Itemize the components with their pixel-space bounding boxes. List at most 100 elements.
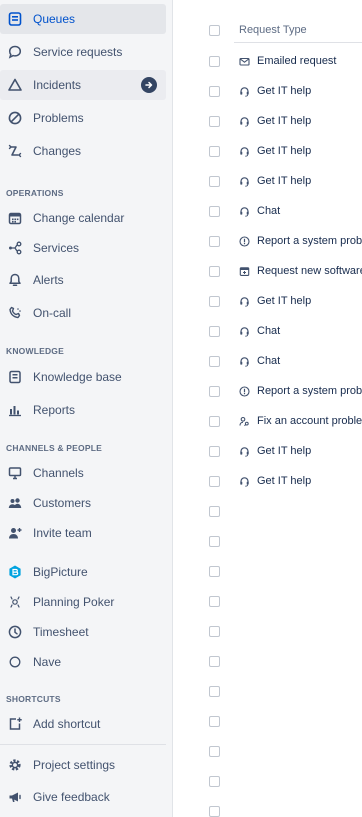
row-checkbox[interactable] — [209, 236, 220, 247]
request-type-label: Get IT help — [257, 145, 312, 157]
sidebar-item-project-settings[interactable]: Project settings — [0, 750, 166, 780]
arrow-right-icon[interactable] — [141, 77, 157, 93]
row-checkbox[interactable] — [209, 416, 220, 427]
speech-bubble-icon — [7, 44, 23, 60]
sidebar-item-label: Give feedback — [33, 790, 110, 804]
software-box-icon — [239, 266, 250, 277]
sidebar-item-queues[interactable]: Queues — [0, 4, 166, 34]
envelope-icon — [239, 56, 250, 67]
sidebar-item-label: Nave — [33, 655, 62, 669]
headset-icon — [239, 296, 250, 307]
headset-icon — [239, 326, 250, 337]
row-checkbox[interactable] — [209, 746, 220, 757]
headset-icon — [239, 206, 250, 217]
table-row[interactable]: Get IT help — [239, 443, 311, 459]
table-row[interactable]: Get IT help — [239, 173, 311, 189]
table-row[interactable]: Chat — [239, 353, 280, 369]
request-type-label: Request new software — [257, 265, 362, 277]
request-type-label: Get IT help — [257, 85, 312, 97]
sidebar-item-service-requests[interactable]: Service requests — [0, 37, 166, 67]
row-checkbox[interactable] — [209, 596, 220, 607]
request-type-label: Chat — [257, 205, 281, 217]
megaphone-icon — [7, 789, 23, 805]
select-all-checkbox[interactable] — [209, 25, 220, 36]
sidebar-item-change-calendar[interactable]: Change calendar — [0, 203, 166, 233]
sidebar-item-label: Reports — [33, 403, 76, 417]
table-row[interactable]: Get IT help — [239, 293, 311, 309]
table-row[interactable]: Report a system proble — [239, 383, 362, 399]
row-checkbox[interactable] — [209, 356, 220, 367]
changes-icon — [7, 143, 23, 159]
section-header-knowledge: KNOWLEDGE — [6, 346, 64, 356]
row-checkbox[interactable] — [209, 776, 220, 787]
row-checkbox[interactable] — [209, 146, 220, 157]
sidebar-item-timesheet[interactable]: Timesheet — [0, 617, 166, 647]
sidebar-item-problems[interactable]: Problems — [0, 103, 166, 133]
prohibited-icon — [7, 110, 23, 126]
sidebar-item-incidents[interactable]: Incidents — [0, 70, 166, 100]
table-row[interactable]: Get IT help — [239, 113, 311, 129]
table-row[interactable]: Fix an account problem — [239, 413, 362, 429]
table-row[interactable]: Chat — [239, 323, 280, 339]
row-checkbox[interactable] — [209, 56, 220, 67]
table-row[interactable]: Request new software — [239, 263, 362, 279]
monitor-icon — [7, 465, 23, 481]
book-icon — [7, 369, 23, 385]
row-checkbox[interactable] — [209, 536, 220, 547]
row-checkbox[interactable] — [209, 266, 220, 277]
sidebar-divider — [0, 744, 166, 745]
table-row[interactable]: Chat — [239, 203, 280, 219]
request-type-label: Get IT help — [257, 295, 312, 307]
row-checkbox[interactable] — [209, 86, 220, 97]
gear-icon — [7, 757, 23, 773]
sidebar-item-reports[interactable]: Reports — [0, 395, 166, 425]
sidebar-item-customers[interactable]: Customers — [0, 488, 166, 518]
row-checkbox[interactable] — [209, 656, 220, 667]
sidebar-item-alerts[interactable]: Alerts — [0, 265, 166, 295]
sidebar-item-bigpicture[interactable]: BigPicture — [0, 557, 166, 587]
column-header-request-type[interactable]: Request Type — [239, 24, 307, 36]
table-row[interactable]: Get IT help — [239, 473, 311, 489]
sidebar-item-invite-team[interactable]: Invite team — [0, 518, 166, 548]
sidebar-item-on-call[interactable]: On-call — [0, 298, 166, 328]
table-row[interactable]: Report a system proble — [239, 233, 362, 249]
row-checkbox[interactable] — [209, 116, 220, 127]
sidebar-item-services[interactable]: Services — [0, 233, 166, 263]
sidebar-item-planning-poker[interactable]: Planning Poker — [0, 587, 166, 617]
alert-circle-icon — [239, 385, 250, 397]
add-shortcut-button[interactable]: Add shortcut — [0, 709, 166, 739]
sidebar-item-label: Add shortcut — [33, 717, 101, 731]
sidebar-item-nave[interactable]: Nave — [0, 647, 166, 677]
sidebar-item-knowledge-base[interactable]: Knowledge base — [0, 362, 166, 392]
table-row[interactable]: Get IT help — [239, 83, 311, 99]
request-type-label: Get IT help — [257, 175, 312, 187]
bell-icon — [7, 272, 23, 288]
row-checkbox[interactable] — [209, 176, 220, 187]
sidebar-item-label: On-call — [33, 306, 72, 320]
alert-circle-icon — [239, 235, 250, 247]
row-checkbox[interactable] — [209, 386, 220, 397]
row-checkbox[interactable] — [209, 506, 220, 517]
table-row[interactable]: Emailed request — [239, 53, 337, 69]
row-checkbox[interactable] — [209, 716, 220, 727]
row-checkbox[interactable] — [209, 476, 220, 487]
row-checkbox[interactable] — [209, 326, 220, 337]
sidebar-item-label: Service requests — [33, 45, 123, 59]
row-checkbox[interactable] — [209, 806, 220, 817]
request-type-label: Report a system proble — [257, 385, 362, 397]
sidebar-item-changes[interactable]: Changes — [0, 136, 166, 166]
table-row[interactable]: Get IT help — [239, 143, 311, 159]
give-feedback-button[interactable]: Give feedback — [0, 782, 166, 812]
sidebar-item-channels[interactable]: Channels — [0, 458, 166, 488]
row-checkbox[interactable] — [209, 446, 220, 457]
row-checkbox[interactable] — [209, 686, 220, 697]
row-checkbox[interactable] — [209, 566, 220, 577]
on-call-phone-icon — [7, 305, 23, 321]
row-checkbox[interactable] — [209, 296, 220, 307]
clock-icon — [7, 624, 23, 640]
row-checkbox[interactable] — [209, 206, 220, 217]
bigpicture-logo-icon — [7, 564, 23, 580]
sidebar-item-label: Invite team — [33, 526, 92, 540]
row-checkbox[interactable] — [209, 626, 220, 637]
add-shortcut-icon — [7, 716, 23, 732]
